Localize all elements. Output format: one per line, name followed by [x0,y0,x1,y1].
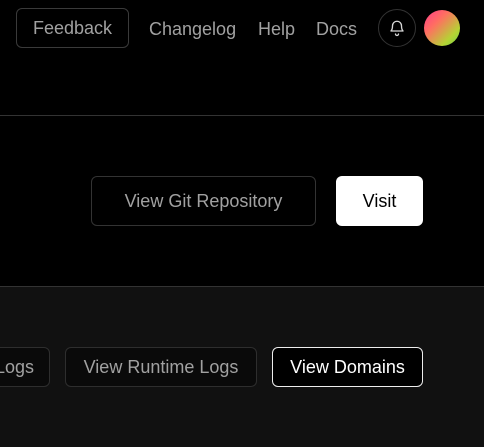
view-git-repository-button[interactable]: View Git Repository [91,176,316,226]
visit-button[interactable]: Visit [336,176,423,226]
view-build-logs-button[interactable]: Logs [0,347,50,387]
deployment-actions: Logs View Runtime Logs View Domains [0,287,484,447]
nav-link-help[interactable]: Help [258,18,295,40]
avatar[interactable] [424,10,460,46]
view-runtime-logs-button[interactable]: View Runtime Logs [65,347,257,387]
feedback-button[interactable]: Feedback [16,8,129,48]
nav-link-changelog[interactable]: Changelog [149,18,236,40]
bell-icon [388,19,406,37]
notifications-button[interactable] [378,9,416,47]
project-header: View Git Repository Visit [0,116,484,287]
page: Feedback Changelog Help Docs View Git Re… [0,0,484,447]
top-navigation: Feedback Changelog Help Docs [0,0,484,116]
view-domains-button[interactable]: View Domains [272,347,423,387]
nav-link-docs[interactable]: Docs [316,18,357,40]
